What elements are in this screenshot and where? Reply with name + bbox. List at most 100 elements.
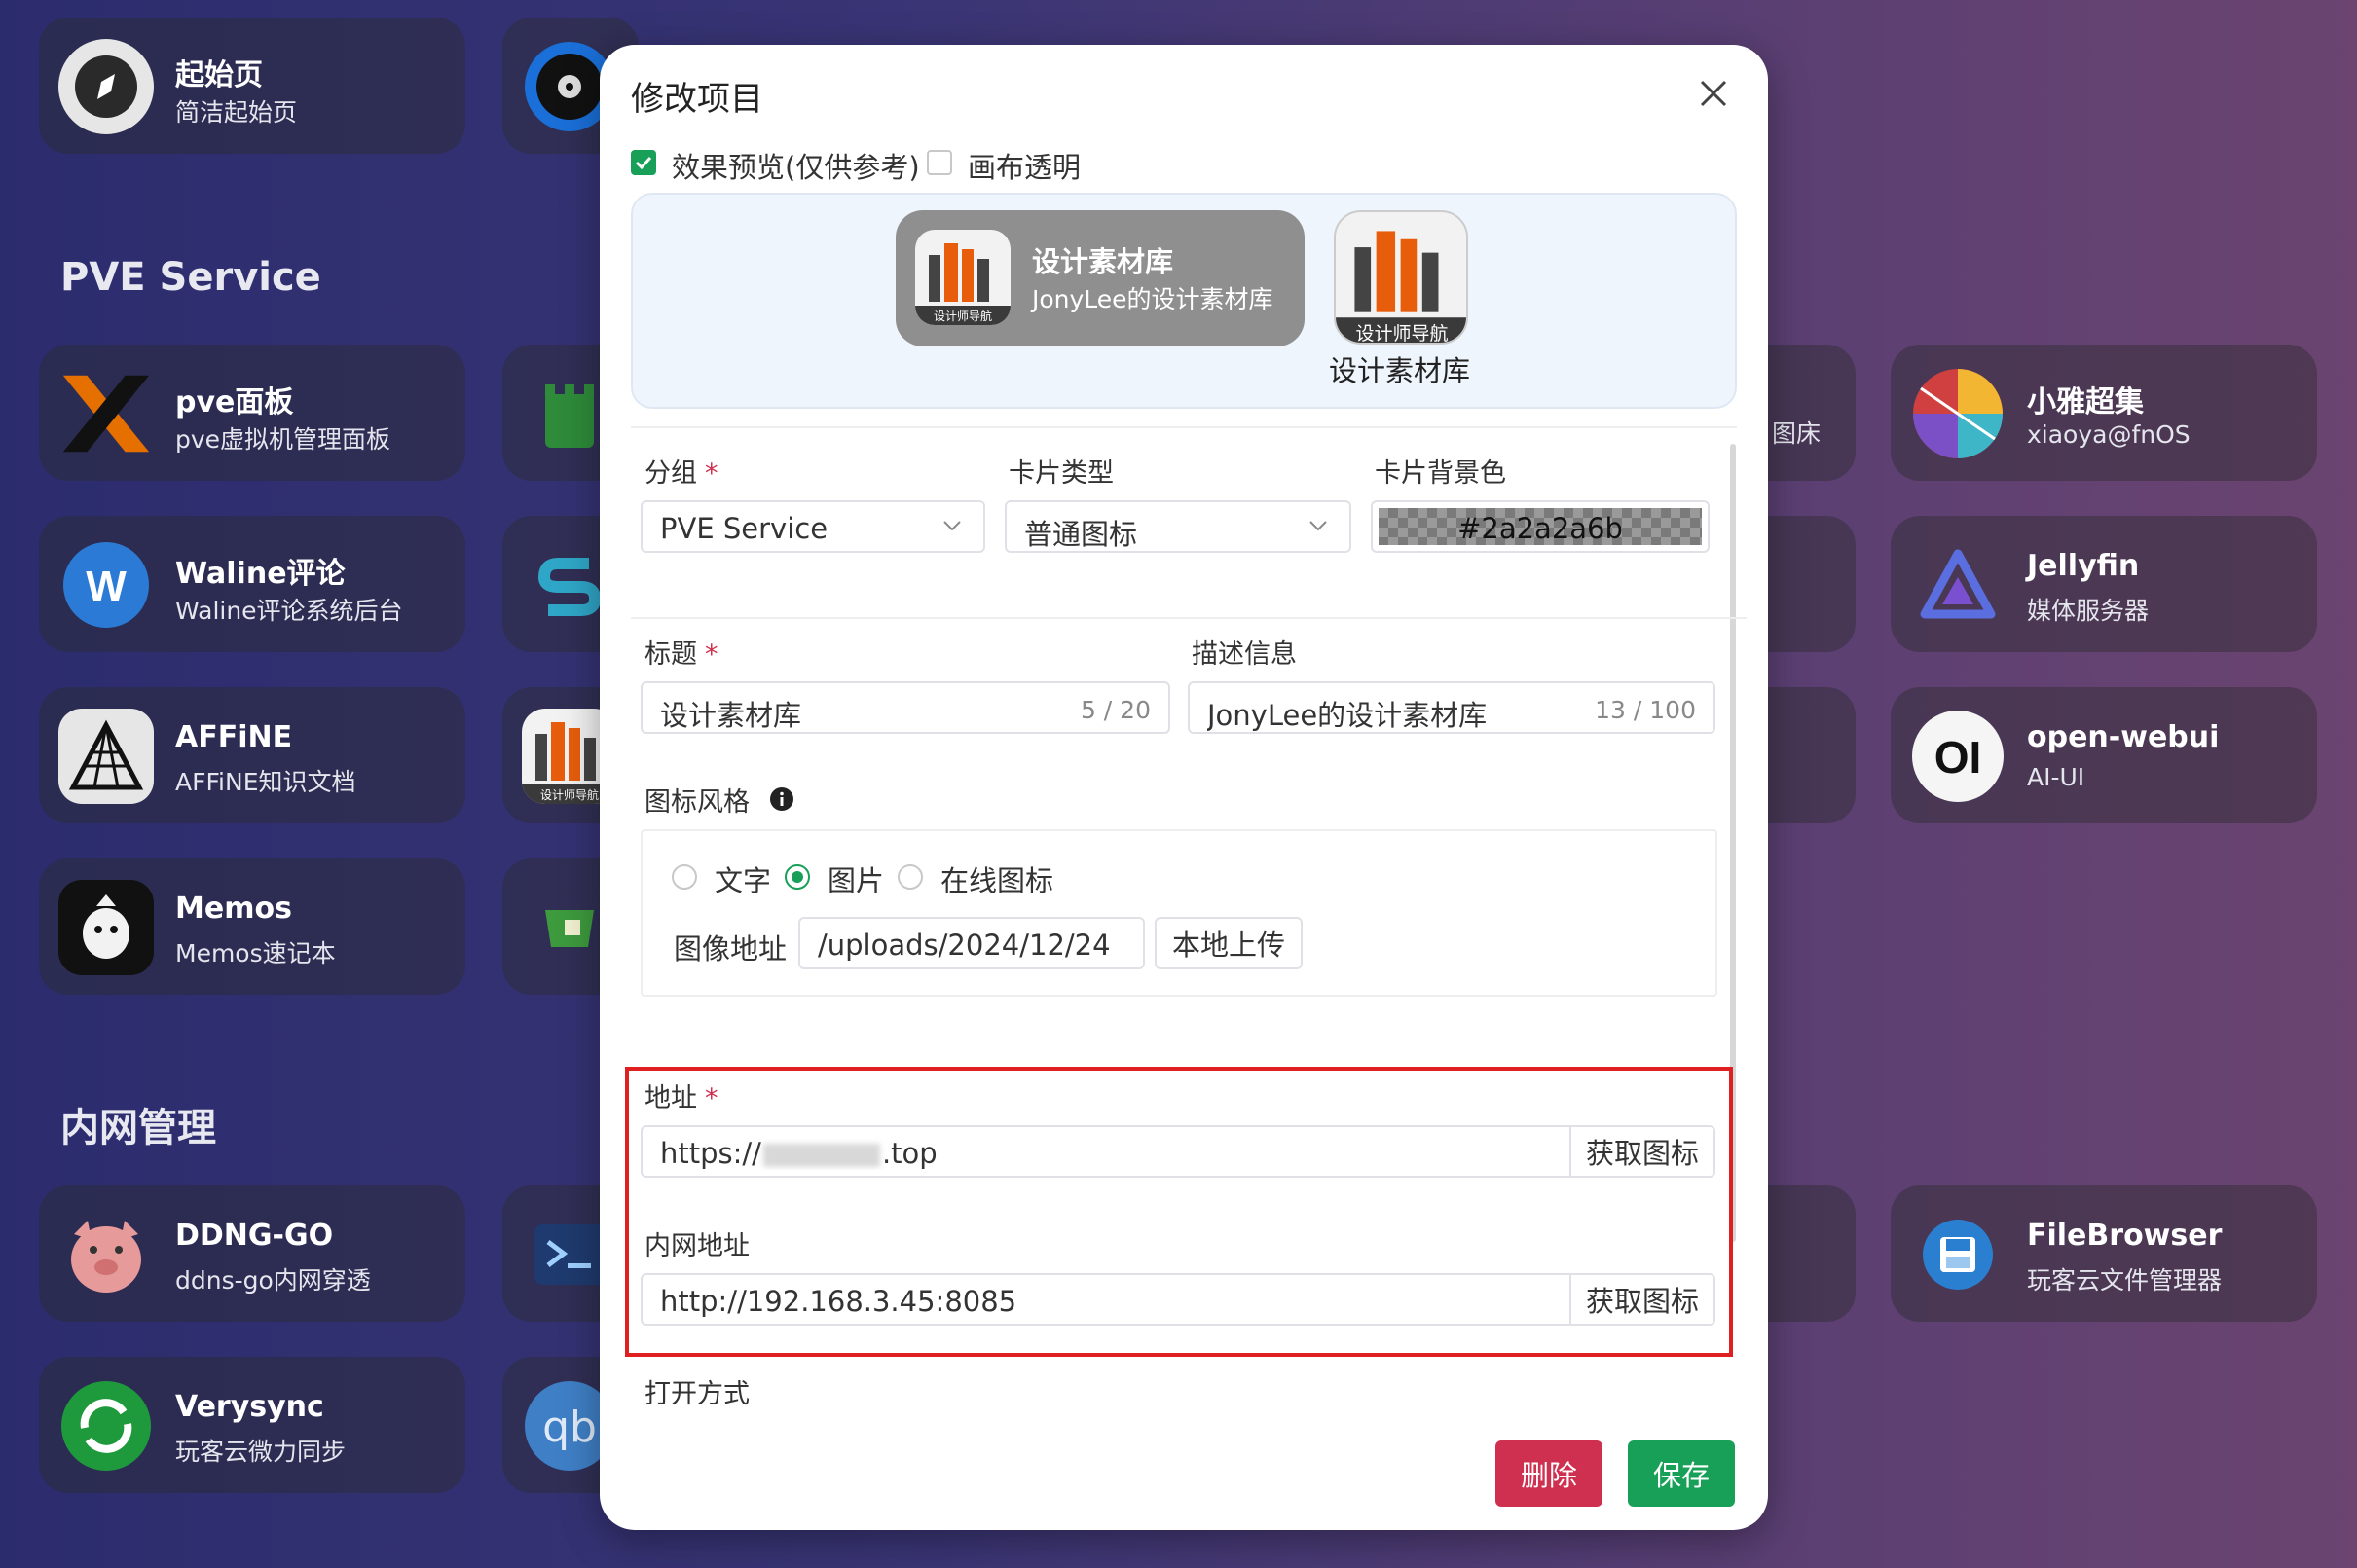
card-openwebui[interactable]: OI open-webui AI-UI: [1891, 687, 2317, 823]
icon-style-panel: [641, 829, 1717, 997]
card-waline[interactable]: W Waline评论 Waline评论系统后台: [39, 516, 465, 652]
desc-char-count: 13 / 100: [1595, 696, 1696, 724]
title-label: 标题 *: [644, 639, 718, 670]
title-input-value: 设计素材库: [660, 699, 802, 732]
group-label: 分组 *: [644, 458, 718, 489]
floppy-icon: [1910, 1207, 2006, 1302]
desc-input[interactable]: JonyLee的设计素材库 13 / 100: [1188, 681, 1715, 734]
preview-card-title: 设计素材库: [1032, 245, 1174, 278]
radio-image[interactable]: [785, 864, 810, 890]
radio-online-icon-label: 在线图标: [940, 864, 1054, 897]
fetch-icon-button[interactable]: 获取图标: [1569, 1125, 1715, 1178]
sync-icon: [58, 1378, 154, 1474]
openwebui-icon: OI: [1910, 709, 2006, 804]
card-filebrowser[interactable]: FileBrowser 玩客云文件管理器: [1891, 1185, 2317, 1322]
card-title: FileBrowser: [2027, 1219, 2223, 1253]
card-bg-color-picker[interactable]: #2a2a2a6b: [1371, 500, 1710, 553]
card-title: Waline评论: [175, 557, 346, 591]
card-bg-label: 卡片背景色: [1375, 458, 1506, 489]
card-type-select[interactable]: 普通图标: [1005, 500, 1351, 553]
qb-logo-text: qb: [542, 1403, 597, 1452]
card-desc: ddns-go内网穿透: [175, 1266, 371, 1295]
blurred-domain: [762, 1144, 880, 1167]
image-url-label: 图像地址: [674, 932, 788, 966]
card-desc: AI-UI: [2027, 763, 2085, 791]
card-title: AFFiNE: [175, 720, 293, 754]
card-desc-fragment: 图床: [1772, 419, 1822, 448]
card-ddng[interactable]: DDNG-GO ddns-go内网穿透: [39, 1185, 465, 1322]
waline-icon: W: [58, 537, 154, 633]
compass-icon: [58, 39, 154, 134]
desc-label: 描述信息: [1192, 639, 1297, 670]
preview-small-label: 设计素材库: [1329, 354, 1471, 387]
image-url-input[interactable]: /uploads/2024/12/24: [798, 917, 1145, 969]
save-button[interactable]: 保存: [1628, 1440, 1735, 1507]
svg-text:W: W: [86, 563, 127, 610]
xiaoya-icon: [1910, 366, 2006, 461]
section-title-pve: PVE Service: [60, 255, 321, 300]
title-char-count: 5 / 20: [1080, 696, 1151, 724]
desc-input-value: JonyLee的设计素材库: [1207, 699, 1488, 732]
card-memos[interactable]: Memos Memos速记本: [39, 858, 465, 995]
address-input[interactable]: https://.top: [641, 1125, 1571, 1178]
card-type-label: 卡片类型: [1009, 458, 1114, 489]
card-desc: 媒体服务器: [2027, 597, 2150, 625]
fetch-icon-button-intranet[interactable]: 获取图标: [1569, 1273, 1715, 1326]
local-upload-button[interactable]: 本地上传: [1155, 917, 1303, 969]
card-start-page[interactable]: 起始页 简洁起始页: [39, 18, 465, 154]
jellyfin-icon: [1910, 537, 2006, 633]
edit-item-dialog: 修改项目 效果预览(仅供参考) 画布透明 设计师导航 设计素材库 JonyLee…: [600, 45, 1768, 1530]
info-icon[interactable]: [769, 786, 794, 812]
card-title: 小雅超集: [2027, 385, 2144, 419]
chevron-down-icon: [943, 521, 961, 531]
card-desc: Waline评论系统后台: [175, 597, 403, 625]
card-affine[interactable]: AFFiNE AFFiNE知识文档: [39, 687, 465, 823]
image-url-value: /uploads/2024/12/24: [818, 929, 1111, 962]
card-desc: 玩客云文件管理器: [2027, 1266, 2223, 1295]
preview-small-icon: 设计师导航: [1334, 210, 1470, 346]
icon-caption: 设计师导航: [933, 310, 992, 323]
radio-text[interactable]: [672, 864, 697, 890]
card-desc: xiaoya@fnOS: [2027, 420, 2191, 449]
radio-online-icon[interactable]: [898, 864, 923, 890]
divider: [631, 617, 1747, 619]
card-pve[interactable]: pve面板 pve虚拟机管理面板: [39, 345, 465, 481]
preview-card-desc: JonyLee的设计素材库: [1032, 285, 1273, 313]
intranet-address-value: http://192.168.3.45:8085: [660, 1285, 1017, 1318]
transparent-checkbox-label: 画布透明: [968, 151, 1082, 184]
openwebui-logo-text: OI: [1934, 732, 1982, 783]
icon-caption: 设计师导航: [1355, 323, 1449, 345]
chevron-down-icon: [1309, 521, 1327, 531]
radio-image-label: 图片: [828, 864, 885, 897]
card-verysync[interactable]: Verysync 玩客云微力同步: [39, 1357, 465, 1493]
intranet-address-input[interactable]: http://192.168.3.45:8085: [641, 1273, 1571, 1326]
card-title: Jellyfin: [2027, 549, 2140, 583]
group-select[interactable]: PVE Service: [641, 500, 985, 553]
intranet-address-label: 内网地址: [644, 1231, 750, 1261]
card-title: open-webui: [2027, 720, 2220, 754]
transparent-checkbox[interactable]: [927, 150, 952, 175]
card-xiaoya[interactable]: 小雅超集 xiaoya@fnOS: [1891, 345, 2317, 481]
card-desc: 玩客云微力同步: [175, 1438, 347, 1466]
affine-icon: [58, 709, 154, 804]
group-select-value: PVE Service: [660, 512, 829, 545]
card-title: DDNG-GO: [175, 1219, 334, 1253]
design-nav-icon-text: 设计师导航: [540, 787, 599, 802]
divider: [631, 426, 1737, 428]
icon-style-label: 图标风格: [644, 787, 750, 818]
address-label: 地址 *: [644, 1083, 718, 1113]
title-input[interactable]: 设计素材库 5 / 20: [641, 681, 1170, 734]
proxmox-icon: [58, 366, 154, 461]
delete-button[interactable]: 删除: [1495, 1440, 1602, 1507]
memos-icon: [58, 880, 154, 975]
card-jellyfin[interactable]: Jellyfin 媒体服务器: [1891, 516, 2317, 652]
card-title: Verysync: [175, 1390, 324, 1424]
close-icon[interactable]: [1694, 74, 1733, 113]
design-nav-icon: 设计师导航: [1334, 210, 1468, 345]
address-value: https://.top: [660, 1137, 938, 1170]
radio-text-label: 文字: [715, 864, 772, 897]
preview-card: 设计师导航 设计素材库 JonyLee的设计素材库: [896, 210, 1305, 346]
card-desc: Memos速记本: [175, 939, 336, 967]
preview-panel: 设计师导航 设计素材库 JonyLee的设计素材库 设计师导航 设计素材库: [631, 193, 1737, 409]
preview-checkbox[interactable]: [631, 150, 656, 175]
